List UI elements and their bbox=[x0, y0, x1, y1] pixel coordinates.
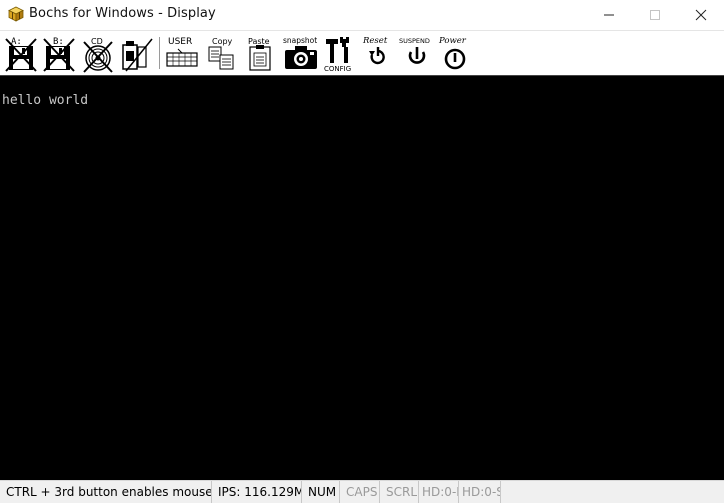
paste-button[interactable]: Paste bbox=[244, 33, 276, 73]
floppy-disk-icon: B: bbox=[43, 37, 75, 72]
mouse-hint: CTRL + 3rd button enables mouse bbox=[0, 481, 212, 503]
svg-text:Power: Power bbox=[438, 36, 467, 46]
svg-text:snapshot: snapshot bbox=[283, 36, 317, 45]
suspend-button[interactable]: SUSPEND bbox=[398, 33, 436, 73]
minimize-icon bbox=[604, 14, 614, 16]
svg-text:Copy: Copy bbox=[212, 37, 233, 46]
reset-icon: Reset bbox=[362, 36, 388, 65]
ips-indicator: IPS: 116.129M bbox=[212, 481, 302, 503]
copy-icon: Copy bbox=[208, 37, 234, 70]
status-bar: CTRL + 3rd button enables mouse IPS: 116… bbox=[0, 480, 724, 503]
svg-text:USER: USER bbox=[168, 37, 192, 47]
removable-media-button[interactable] bbox=[118, 33, 154, 73]
toolbar: A: B: CD USER Copy Paste snapshot CONFIG… bbox=[0, 30, 724, 75]
cdrom-icon: CD bbox=[83, 37, 113, 73]
close-button[interactable] bbox=[678, 0, 724, 30]
suspend-icon: SUSPEND bbox=[399, 37, 430, 64]
user-button[interactable]: USER bbox=[164, 33, 200, 73]
paste-icon: Paste bbox=[248, 37, 271, 71]
num-lock-indicator: NUM bbox=[302, 481, 340, 503]
snapshot-button[interactable]: snapshot bbox=[282, 33, 320, 73]
power-button[interactable]: Power bbox=[437, 33, 475, 73]
svg-text:CD: CD bbox=[91, 37, 103, 46]
svg-text:Reset: Reset bbox=[362, 36, 388, 46]
reset-button[interactable]: Reset bbox=[360, 33, 396, 73]
svg-text:Paste: Paste bbox=[248, 37, 270, 46]
emulator-display[interactable]: hello world bbox=[0, 75, 724, 481]
bochs-app-icon[interactable] bbox=[8, 6, 24, 22]
floppy-a-button[interactable]: A: bbox=[4, 33, 38, 73]
svg-text:CONFIG: CONFIG bbox=[324, 65, 351, 73]
close-icon bbox=[695, 9, 707, 21]
camera-icon: snapshot bbox=[283, 36, 317, 69]
hd0-slave-indicator: HD:0-S bbox=[459, 481, 501, 503]
floppy-disk-icon: A: bbox=[5, 37, 37, 72]
usb-drive-icon bbox=[122, 38, 153, 72]
floppy-b-button[interactable]: B: bbox=[42, 33, 76, 73]
window-title: Bochs for Windows - Display bbox=[29, 6, 216, 21]
copy-button[interactable]: Copy bbox=[206, 33, 238, 73]
title-bar[interactable]: Bochs for Windows - Display bbox=[0, 0, 724, 30]
maximize-icon bbox=[650, 10, 660, 20]
toolbar-separator bbox=[159, 37, 160, 69]
svg-text:SUSPEND: SUSPEND bbox=[399, 37, 430, 45]
power-icon: Power bbox=[438, 36, 467, 70]
minimize-button[interactable] bbox=[586, 0, 632, 30]
screen-output: hello world bbox=[2, 93, 89, 108]
hd0-master-indicator: HD:0-M bbox=[419, 481, 459, 503]
tools-icon: CONFIG bbox=[324, 37, 351, 73]
cdrom-button[interactable]: CD bbox=[81, 33, 115, 73]
config-button[interactable]: CONFIG bbox=[322, 33, 356, 73]
keyboard-icon: USER bbox=[166, 37, 198, 67]
maximize-button[interactable] bbox=[632, 0, 678, 30]
caps-lock-indicator: CAPS bbox=[340, 481, 380, 503]
scroll-lock-indicator: SCRL bbox=[380, 481, 419, 503]
svg-text:B:: B: bbox=[53, 37, 64, 47]
